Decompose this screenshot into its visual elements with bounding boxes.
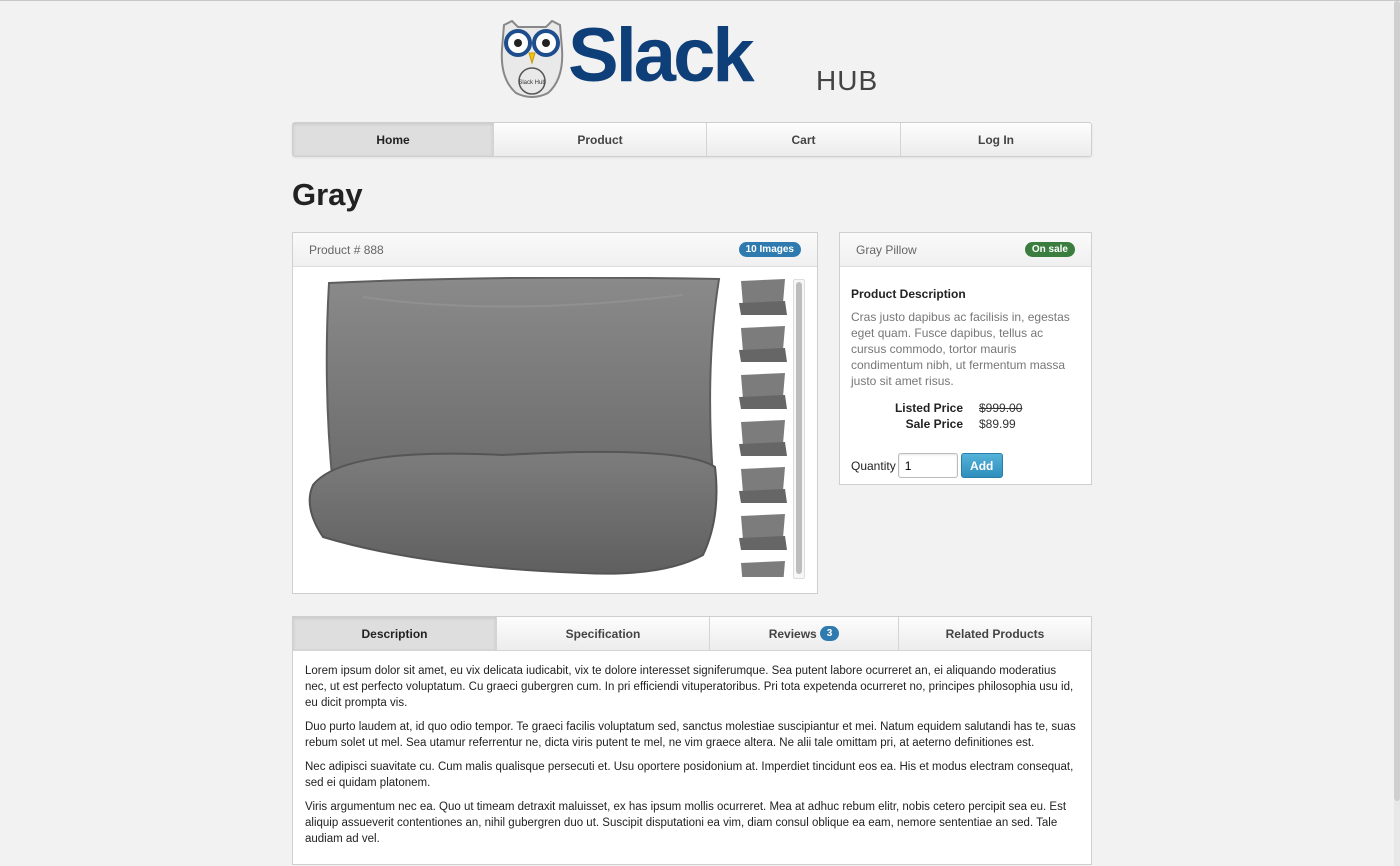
- nav-home[interactable]: Home: [293, 123, 494, 156]
- sale-price-value: $89.99: [979, 417, 1016, 431]
- tab-specification-label: Specification: [565, 626, 641, 641]
- description-paragraph: Viris argumentum nec ea. Quo ut timeam d…: [305, 801, 1067, 845]
- product-gallery: Product # 888 10 Images: [292, 232, 818, 594]
- listed-price-value: $999.00: [979, 401, 1023, 415]
- sale-price-row: Sale Price $89.99: [851, 417, 1080, 431]
- price-block: Listed Price $999.00 Sale Price $89.99: [851, 401, 1080, 431]
- tab-related-products[interactable]: Related Products: [899, 617, 1091, 650]
- quantity-row: Quantity Add: [851, 453, 1080, 478]
- tab-bar: Description Specification Reviews 3 Rela…: [293, 617, 1091, 651]
- page-scrollbar-thumb[interactable]: [1394, 1, 1400, 801]
- product-info: Gray Pillow On sale Product Description …: [839, 232, 1092, 485]
- logo-suffix: HUB: [816, 65, 879, 96]
- owl-logo-icon: Slack Hub: [500, 19, 564, 98]
- thumbnail-1[interactable]: [737, 277, 789, 317]
- page-title: Gray: [292, 177, 363, 212]
- description-paragraph: Lorem ipsum dolor sit amet, eu vix delic…: [305, 665, 1074, 709]
- thumbnail-scrollbar[interactable]: [793, 279, 805, 579]
- details-tabs: Description Specification Reviews 3 Rela…: [292, 616, 1092, 865]
- description-text: Cras justo dapibus ac facilisis in, eges…: [851, 310, 1070, 388]
- tab-reviews[interactable]: Reviews 3: [710, 617, 899, 650]
- tab-specification[interactable]: Specification: [497, 617, 710, 650]
- on-sale-badge: On sale: [1024, 242, 1075, 257]
- main-nav: Home Product Cart Log In: [292, 122, 1092, 157]
- tab-related-products-label: Related Products: [945, 626, 1045, 641]
- description-paragraph: Nec adipisci suavitate cu. Cum malis qua…: [305, 761, 1074, 789]
- tab-content: Lorem ipsum dolor sit amet, eu vix delic…: [293, 651, 1091, 866]
- sale-price-label: Sale Price: [905, 417, 963, 431]
- add-to-cart-button[interactable]: Add: [960, 453, 1003, 478]
- thumbnail-4[interactable]: [737, 418, 789, 458]
- reviews-count-badge: 3: [819, 626, 840, 641]
- thumbnail-list: [737, 277, 797, 577]
- images-count-badge: 10 Images: [738, 242, 801, 257]
- nav-cart[interactable]: Cart: [707, 123, 901, 156]
- site-logo[interactable]: Slack Hub Slack HUB: [498, 13, 898, 99]
- quantity-label: Quantity: [851, 458, 896, 473]
- listed-price-label: Listed Price: [894, 401, 963, 415]
- owl-badge-text: Slack Hub: [518, 80, 546, 86]
- main-product-image[interactable]: [303, 277, 723, 577]
- thumbnail-3[interactable]: [737, 371, 789, 411]
- thumbnail-7[interactable]: [737, 559, 789, 577]
- thumbnail-5[interactable]: [737, 465, 789, 505]
- info-body: Product Description Cras justo dapibus a…: [840, 267, 1091, 490]
- product-number: Product # 888: [309, 242, 384, 257]
- page-scrollbar[interactable]: [1394, 1, 1400, 866]
- product-name: Gray Pillow: [856, 242, 917, 257]
- tab-description-label: Description: [361, 626, 428, 641]
- quantity-input[interactable]: [897, 453, 958, 478]
- tab-description[interactable]: Description: [293, 617, 497, 650]
- thumbnail-2[interactable]: [737, 324, 789, 364]
- gallery-header: Product # 888 10 Images: [293, 233, 817, 267]
- listed-price-row: Listed Price $999.00: [851, 401, 1080, 415]
- logo-wordmark: Slack: [568, 13, 755, 98]
- nav-login[interactable]: Log In: [901, 123, 1091, 156]
- info-header: Gray Pillow On sale: [840, 233, 1091, 267]
- tab-reviews-label: Reviews: [768, 626, 817, 641]
- nav-product[interactable]: Product: [494, 123, 707, 156]
- thumbnail-6[interactable]: [737, 512, 789, 552]
- thumbnail-scrollbar-thumb[interactable]: [796, 282, 802, 574]
- description-paragraph: Duo purto laudem at, id quo odio tempor.…: [305, 721, 1076, 749]
- description-title: Product Description: [851, 287, 966, 301]
